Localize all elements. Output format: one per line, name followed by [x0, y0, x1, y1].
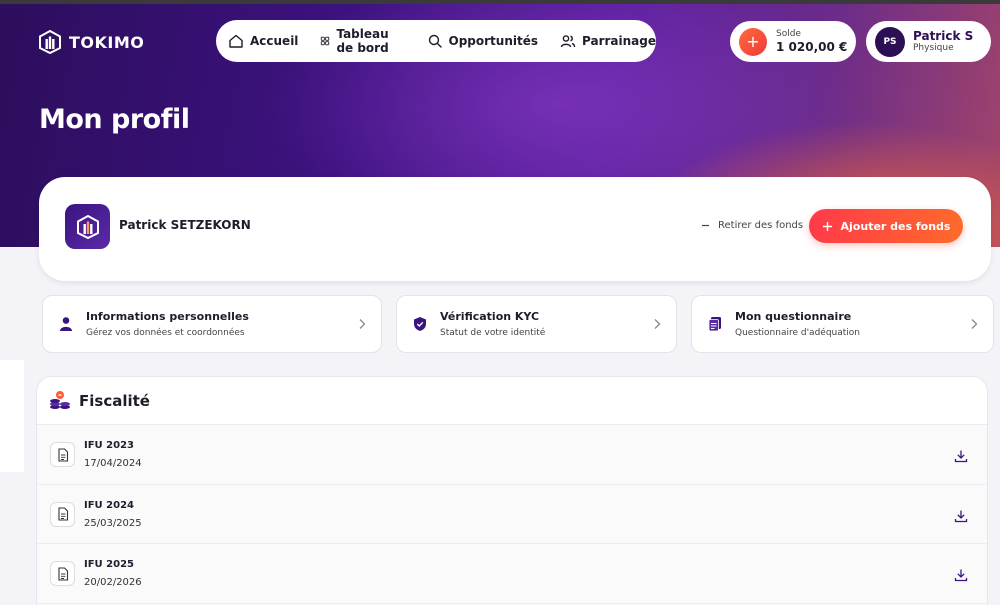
profile-card: Patrick SETZEKORN Retirer des fonds Ajou… — [39, 177, 991, 281]
document-title: IFU 2024 — [84, 499, 134, 511]
user-info: Patrick S Physique — [913, 29, 973, 54]
nav-label: Parrainage — [582, 34, 656, 48]
dashboard-icon — [321, 36, 330, 46]
questionnaire-card[interactable]: Mon questionnaire Questionnaire d'adéqua… — [691, 295, 994, 353]
nav-label: Tableau de bord — [336, 27, 389, 55]
clipboard-icon — [706, 315, 724, 333]
chevron-right-icon — [654, 319, 661, 329]
nav-label: Accueil — [250, 34, 299, 48]
user-name: Patrick S — [913, 29, 974, 43]
brand-logo[interactable]: TOKIMO — [38, 30, 144, 54]
fiscal-section: Fiscalité IFU 2023 17/04/2024 IFU 2024 2… — [36, 376, 988, 605]
balance-info: Solde 1 020,00 € — [776, 29, 847, 54]
kyc-verification-card[interactable]: Vérification KYC Statut de votre identit… — [396, 295, 677, 353]
balance-widget[interactable]: + Solde 1 020,00 € — [730, 21, 856, 62]
user-menu[interactable]: PS Patrick S Physique — [866, 21, 991, 62]
document-icon — [50, 442, 75, 467]
download-icon[interactable] — [954, 568, 968, 582]
withdraw-funds-button[interactable]: Retirer des fonds — [701, 220, 803, 231]
chevron-right-icon — [971, 319, 978, 329]
card-text: Mon questionnaire Questionnaire d'adéqua… — [735, 310, 860, 339]
card-title: Mon questionnaire — [735, 309, 852, 323]
plus-icon — [822, 221, 832, 231]
card-text: Informations personnelles Gérez vos donn… — [86, 310, 249, 339]
person-icon — [57, 315, 75, 333]
fiscal-header: Fiscalité — [37, 377, 987, 425]
card-subtitle: Gérez vos données et coordonnées — [86, 327, 245, 338]
left-white-sheet — [0, 360, 24, 472]
coins-icon — [50, 390, 70, 409]
page-title: Mon profil — [39, 104, 190, 135]
card-title: Vérification KYC — [440, 309, 540, 323]
nav-item-accueil[interactable]: Accueil — [228, 33, 298, 49]
withdraw-label: Retirer des fonds — [718, 220, 804, 231]
search-icon — [428, 34, 442, 48]
tokimo-logo-icon — [76, 214, 99, 239]
chevron-right-icon — [359, 319, 366, 329]
document-title: IFU 2025 — [84, 559, 134, 570]
add-funds-button[interactable]: Ajouter des fonds — [809, 209, 963, 243]
download-icon[interactable] — [954, 509, 968, 523]
nav-label: Opportunités — [448, 34, 539, 48]
document-icon — [50, 501, 75, 527]
brand-name: TOKIMO — [69, 32, 145, 52]
document-date: 17/04/2024 — [84, 458, 142, 469]
tokimo-logo-icon — [39, 30, 61, 54]
balance-label: Solde — [776, 29, 801, 39]
shield-check-icon — [411, 315, 429, 333]
download-icon[interactable] — [954, 449, 968, 463]
profile-avatar — [65, 204, 110, 249]
card-subtitle: Statut de votre identité — [440, 327, 546, 338]
card-title: Informations personnelles — [86, 309, 249, 323]
nav-item-parrainage[interactable]: Parrainage — [560, 33, 656, 49]
main-nav: Accueil Tableau de bord Opportunités Par… — [216, 20, 656, 62]
table-row: IFU 2023 17/04/2024 — [37, 425, 987, 485]
users-icon — [560, 35, 576, 48]
avatar: PS — [875, 26, 905, 57]
table-row: IFU 2025 20/02/2026 — [37, 544, 987, 604]
card-text: Vérification KYC Statut de votre identit… — [440, 310, 545, 339]
card-subtitle: Questionnaire d'adéquation — [735, 327, 860, 338]
document-title: IFU 2023 — [84, 440, 134, 451]
document-date: 25/03/2025 — [84, 517, 142, 529]
fiscal-title: Fiscalité — [79, 391, 150, 410]
user-type: Physique — [913, 43, 954, 53]
add-funds-label: Ajouter des fonds — [840, 219, 951, 233]
table-row: IFU 2024 25/03/2025 — [37, 485, 987, 544]
nav-item-opportunites[interactable]: Opportunités — [427, 33, 539, 49]
nav-item-tableau-de-bord[interactable]: Tableau de bord — [320, 27, 404, 55]
personal-info-card[interactable]: Informations personnelles Gérez vos donn… — [42, 295, 382, 353]
document-date: 20/02/2026 — [84, 577, 142, 588]
profile-name: Patrick SETZEKORN — [119, 218, 251, 232]
document-icon — [50, 561, 75, 586]
home-icon — [229, 34, 243, 48]
minus-icon — [702, 224, 709, 227]
balance-value: 1 020,00 € — [776, 40, 848, 54]
add-balance-button[interactable]: + — [739, 27, 767, 56]
